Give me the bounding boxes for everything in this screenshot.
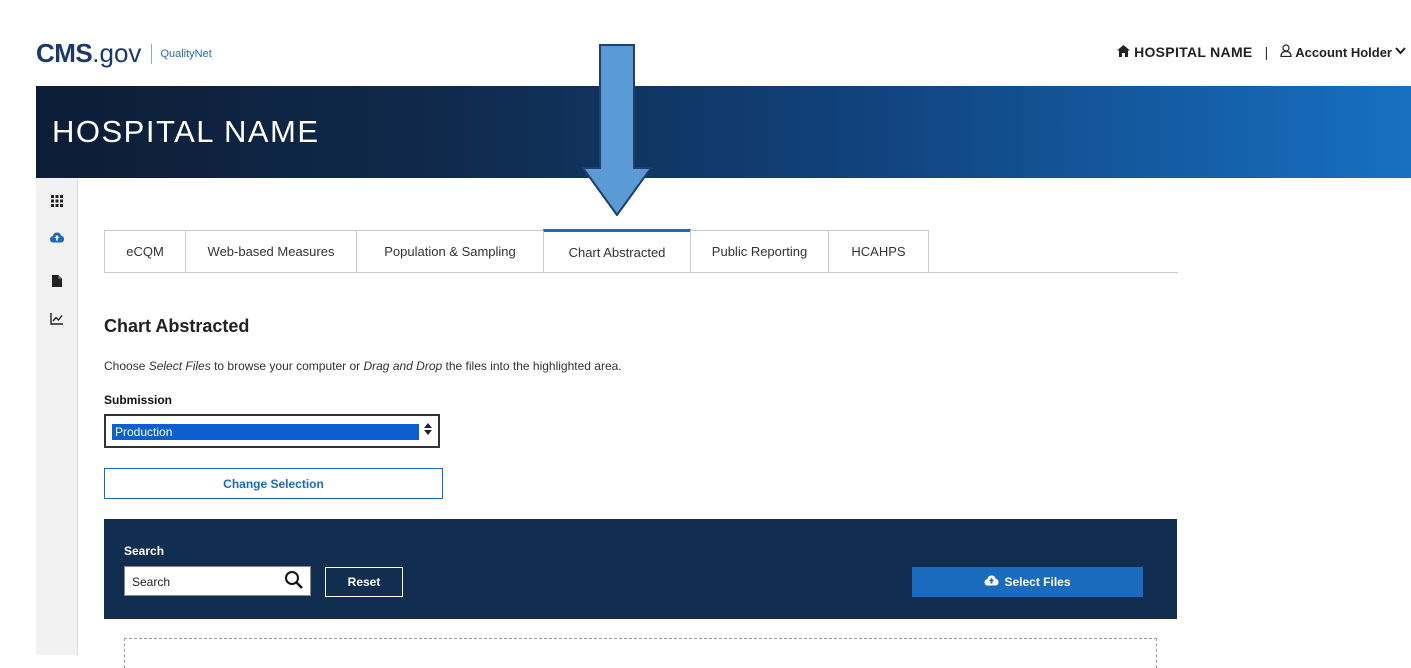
account-area: HOSPITAL NAME | Account Holder [1117,44,1406,60]
submission-select[interactable]: Production [104,414,440,448]
tab-public-reporting[interactable]: Public Reporting [690,230,829,272]
instr-text-2: to browse your computer or [210,359,364,373]
select-files-button[interactable]: Select Files [912,567,1143,597]
tab-ecqm[interactable]: eCQM [104,230,186,272]
select-arrows-icon [424,423,432,436]
tab-chart-abstracted[interactable]: Chart Abstracted [543,229,691,272]
annotation-arrow-icon [582,44,652,216]
chart-icon[interactable] [36,313,77,328]
page-heading: Chart Abstracted [104,316,250,336]
search-input[interactable] [125,567,284,597]
instr-select-files: Select Files [148,359,211,373]
top-bar: CMS .gov QualityNet HOSPITAL NAME | Acco… [0,0,1411,86]
file-drop-zone[interactable] [124,638,1157,668]
search-icon[interactable] [284,570,304,590]
grid-icon[interactable] [36,195,77,210]
home-icon [1117,44,1131,60]
document-icon[interactable] [36,275,77,290]
banner-title: HOSPITAL NAME [52,114,320,149]
user-icon [1280,44,1292,60]
hospital-name-link[interactable]: HOSPITAL NAME [1134,44,1253,60]
search-panel: Search Reset Select Files [104,519,1177,619]
header-separator: | [1264,44,1269,60]
sidebar [36,178,78,655]
tab-bar: eCQM Web-based Measures Population & Sam… [104,229,1178,273]
tab-population-sampling[interactable]: Population & Sampling [356,230,544,272]
logo-domain: .gov [92,38,142,68]
submission-selected-value: Production [112,424,419,440]
cloud-upload-icon[interactable] [36,231,77,246]
search-box [124,566,311,597]
tab-web-based-measures[interactable]: Web-based Measures [185,230,357,272]
page-banner: HOSPITAL NAME [36,86,1411,178]
cloud-upload-icon [984,575,999,589]
account-holder-menu[interactable]: Account Holder [1295,45,1392,60]
chevron-down-icon[interactable] [1395,46,1406,58]
instr-drag-drop: Drag and Drop [363,359,443,373]
select-files-label: Select Files [1004,575,1071,589]
logo-divider [151,43,153,64]
instr-text-1: Choose [104,359,149,373]
change-selection-button[interactable]: Change Selection [104,468,443,499]
logo-main: CMS [36,38,93,68]
logo-subtitle: QualityNet [160,47,212,60]
instructions: Choose Select Files to browse your compu… [104,359,622,373]
tab-hcahps[interactable]: HCAHPS [828,230,929,272]
instr-text-3: the files into the highlighted area. [442,359,622,373]
cms-logo[interactable]: CMS .gov QualityNet [36,38,212,69]
reset-button[interactable]: Reset [325,567,403,597]
submission-label: Submission [104,393,173,407]
search-label: Search [124,544,165,558]
